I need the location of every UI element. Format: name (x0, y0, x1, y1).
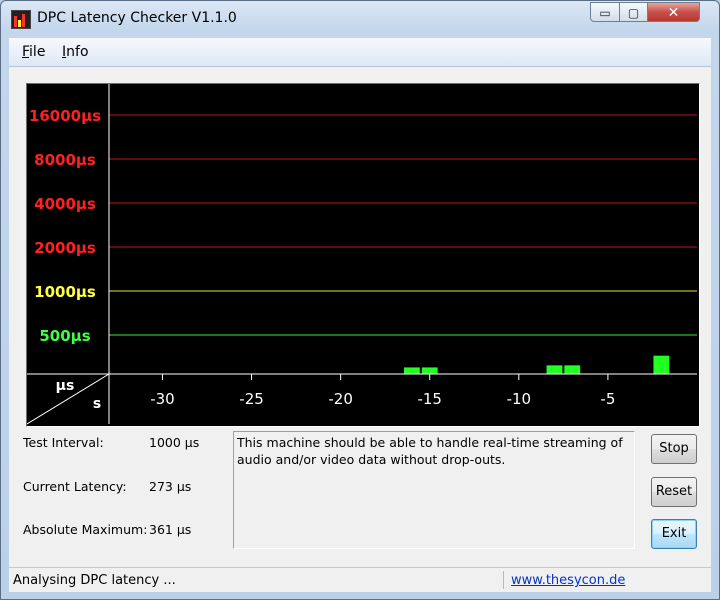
y-tick-label: 2000µs (34, 239, 96, 257)
website-link[interactable]: www.thesycon.de (511, 573, 625, 588)
y-axis-unit-label: µs (56, 378, 75, 394)
exit-button[interactable]: Exit (651, 519, 697, 549)
absolute-maximum-label: Absolute Maximum: (23, 522, 148, 537)
close-button[interactable]: ✕ (648, 2, 700, 22)
latency-bar (546, 365, 563, 374)
y-tick-label: 1000µs (34, 283, 96, 301)
x-tick-label: -25 (239, 390, 264, 408)
client-area: 16000µs 8000µs 4000µs 2000µs 1000µs 500µs µs s -… (9, 67, 711, 592)
y-tick-label: 16000µs (29, 107, 101, 125)
latency-bar (421, 367, 438, 374)
x-tick-label: -15 (417, 390, 442, 408)
y-tick-label: 500µs (39, 327, 90, 345)
current-latency-label: Current Latency: (23, 479, 127, 494)
y-tick-label: 8000µs (34, 151, 96, 169)
x-tick-label: -30 (150, 390, 175, 408)
current-latency-value: 273 µs (149, 479, 192, 494)
x-axis-unit-label: s (93, 396, 101, 412)
maximize-button[interactable]: ▢ (620, 2, 648, 22)
reset-button[interactable]: Reset (651, 477, 697, 507)
menu-info[interactable]: Info (62, 44, 89, 60)
test-interval-label: Test Interval: (23, 435, 104, 450)
menu-file[interactable]: File (22, 44, 45, 60)
x-tick-label: -5 (600, 390, 615, 408)
menu-bar: File Info (9, 38, 711, 67)
window-title: DPC Latency Checker V1.1.0 (37, 10, 237, 26)
stop-button[interactable]: Stop (651, 434, 697, 464)
status-bar: Analysing DPC latency ... www.thesycon.d… (9, 567, 711, 592)
latency-bar (653, 355, 670, 374)
app-icon (11, 10, 31, 29)
latency-chart: 16000µs 8000µs 4000µs 2000µs 1000µs 500µs µs s -… (27, 84, 697, 425)
status-text: Analysing DPC latency ... (13, 573, 176, 588)
x-tick-label: -20 (328, 390, 353, 408)
title-bar[interactable]: DPC Latency Checker V1.1.0 ▭ ▢ ✕ (1, 1, 719, 35)
status-separator (503, 571, 504, 589)
latency-bar (404, 367, 420, 374)
app-window: DPC Latency Checker V1.1.0 ▭ ▢ ✕ File In… (0, 0, 720, 600)
latency-bar (564, 365, 581, 374)
test-interval-value: 1000 µs (149, 435, 200, 450)
absolute-maximum-value: 361 µs (149, 522, 192, 537)
status-message: This machine should be able to handle re… (233, 431, 635, 549)
latency-graph: 16000µs 8000µs 4000µs 2000µs 1000µs 500µs µs s -… (26, 83, 700, 427)
y-tick-label: 4000µs (34, 195, 96, 213)
minimize-button[interactable]: ▭ (590, 2, 620, 22)
x-tick-label: -10 (507, 390, 532, 408)
